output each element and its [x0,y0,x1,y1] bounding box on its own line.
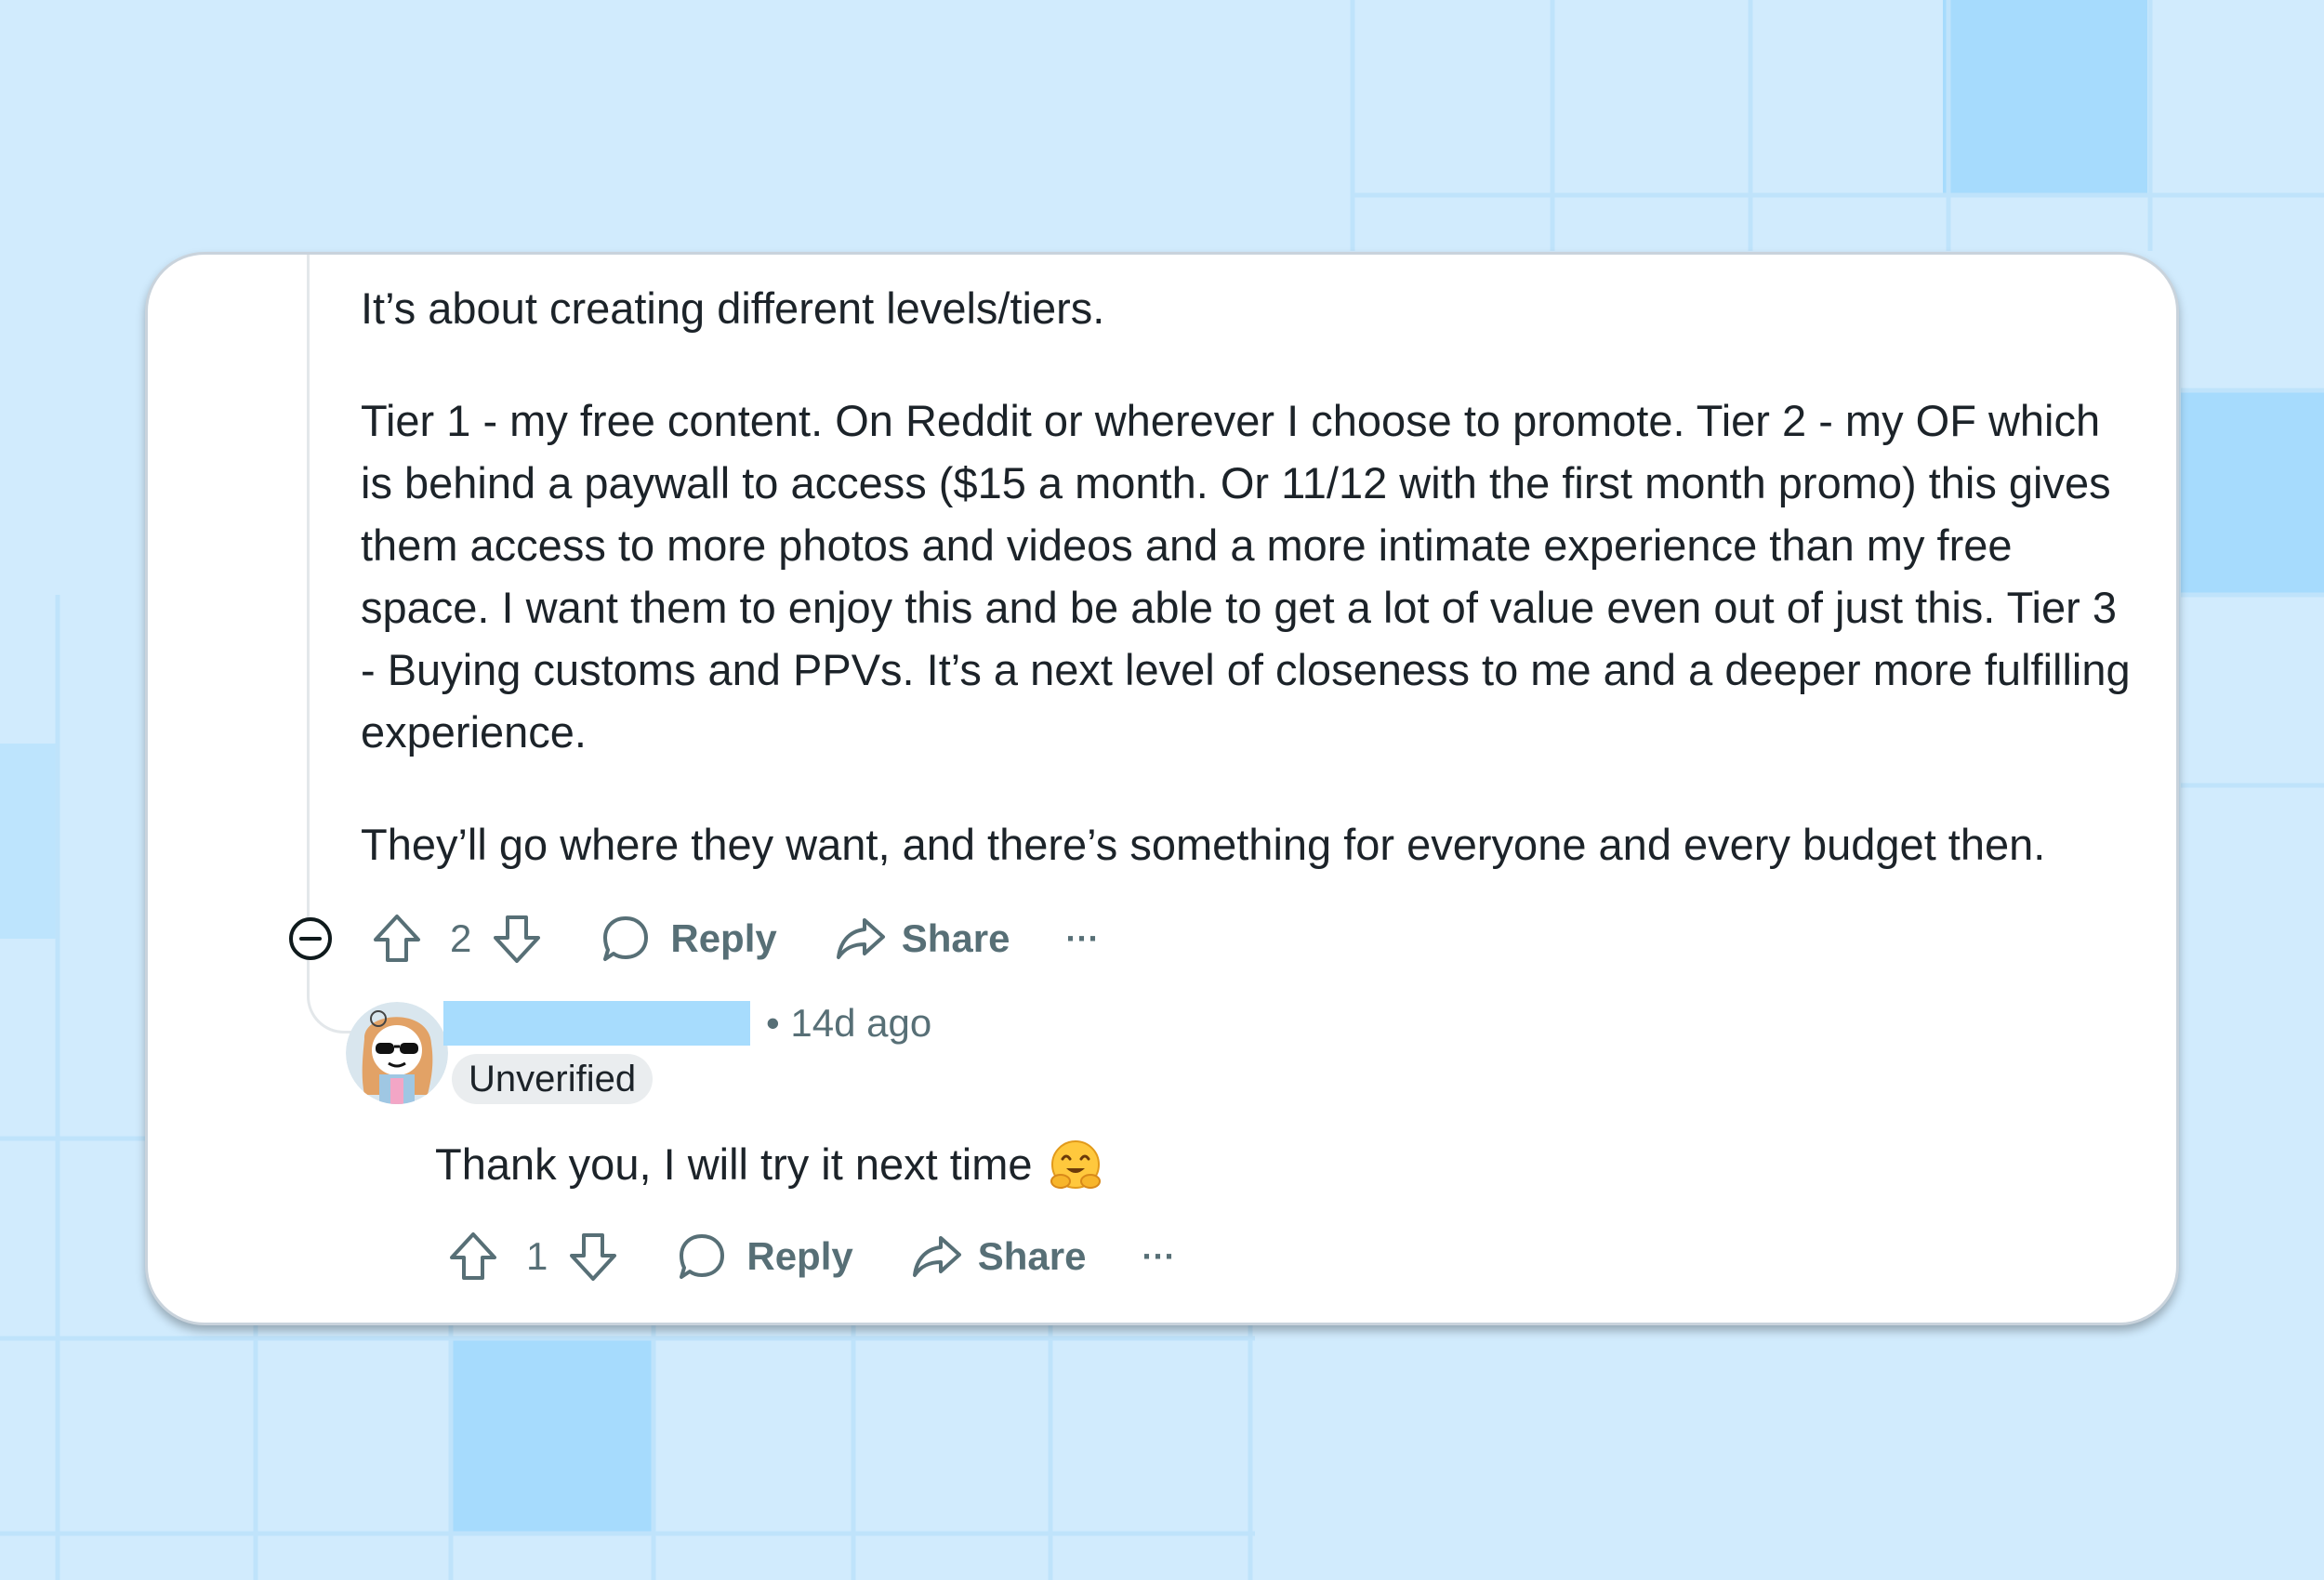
downvote-icon [494,915,541,963]
reply-button[interactable]: Reply [600,913,777,965]
parent-action-row: 2 Reply Share ··· [372,911,1099,967]
upvote-icon [450,1232,496,1280]
comment-bubble-icon [603,916,649,961]
reply-label: Reply [746,1234,853,1278]
comment-bubble-icon [680,1234,725,1279]
reply-comment-body: Thank you, I will try it next time [435,1134,1103,1195]
parent-comment-paragraph: Tier 1 - my free content. On Reddit or w… [361,396,2131,757]
share-button[interactable]: Share [911,1231,1087,1283]
vote-score: 2 [450,916,472,960]
hugging-face-emoji-icon [1050,1140,1101,1189]
downvote-icon [570,1233,617,1281]
user-avatar[interactable] [346,1002,448,1104]
upvote-button[interactable] [448,1231,498,1283]
share-button[interactable]: Share [835,913,1010,965]
collapse-thread-icon[interactable] [286,915,335,963]
more-options-button[interactable]: ··· [1065,919,1099,958]
parent-comment-paragraph: It’s about creating different levels/tie… [361,283,1105,333]
reply-button[interactable]: Reply [676,1231,853,1283]
downvote-button[interactable] [492,913,542,965]
share-arrow-icon [912,1236,961,1277]
parent-comment-body: It’s about creating different levels/tie… [361,277,2136,926]
unverified-badge: Unverified [452,1054,654,1104]
share-label: Share [901,916,1010,960]
parent-comment-paragraph: They’ll go where they want, and there’s … [361,820,2046,869]
comment-timestamp: • 14d ago [766,1001,932,1045]
share-label: Share [977,1234,1087,1278]
more-options-button[interactable]: ··· [1142,1237,1175,1276]
reply-comment-text: Thank you, I will try it next time [435,1139,1033,1189]
upvote-button[interactable] [372,913,422,965]
upvote-icon [374,915,420,962]
username-redacted[interactable] [443,1001,750,1046]
vote-score: 1 [526,1234,548,1278]
reply-label: Reply [670,916,777,960]
share-arrow-icon [836,918,885,959]
reply-action-row: 1 Reply Share ··· [448,1229,1175,1284]
downvote-button[interactable] [568,1231,618,1283]
